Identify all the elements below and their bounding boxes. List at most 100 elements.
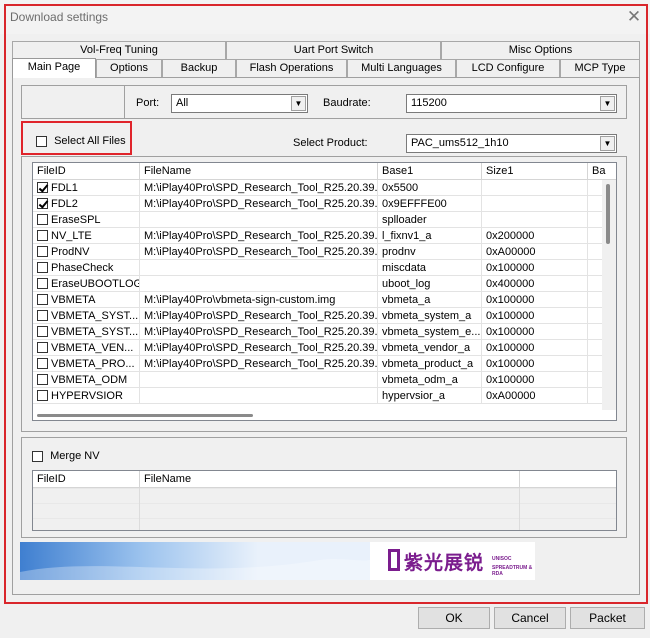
column-header-base1[interactable]: Base1 bbox=[378, 163, 482, 180]
nv-list[interactable]: FileID FileName bbox=[32, 470, 617, 531]
table-row[interactable]: EraseSPL splloader bbox=[33, 212, 616, 228]
checkbox-checked-icon[interactable] bbox=[37, 197, 48, 209]
checkbox-icon[interactable] bbox=[37, 261, 48, 273]
chevron-down-icon[interactable]: ▼ bbox=[291, 96, 306, 111]
nv-list-body bbox=[33, 488, 616, 530]
cell-size1: 0xA00000 bbox=[482, 244, 588, 260]
checkbox-icon[interactable] bbox=[37, 357, 48, 369]
merge-nv-checkbox[interactable]: Merge NV bbox=[32, 450, 100, 462]
cell-filename: M:\iPlay40Pro\SPD_Research_Tool_R25.20.3… bbox=[140, 308, 378, 324]
table-row[interactable]: VBMETA M:\iPlay40Pro\vbmeta-sign-custom.i… bbox=[33, 292, 616, 308]
cell-base1: vbmeta_vendor_a bbox=[378, 340, 482, 356]
cell-size1: 0x100000 bbox=[482, 308, 588, 324]
column-header-fileid[interactable]: FileID bbox=[33, 163, 140, 180]
checkbox-icon[interactable] bbox=[37, 389, 48, 401]
select-product-label: Select Product: bbox=[293, 137, 368, 149]
table-row[interactable]: PhaseCheck miscdata 0x100000 bbox=[33, 260, 616, 276]
table-row[interactable]: VBMETA_ODM vbmeta_odm_a 0x100000 bbox=[33, 372, 616, 388]
vertical-scrollbar[interactable] bbox=[602, 180, 616, 410]
table-row[interactable]: VBMETA_SYST... M:\iPlay40Pro\SPD_Research… bbox=[33, 324, 616, 340]
cell-fileid[interactable]: FDL2 bbox=[33, 196, 140, 212]
cell-filename: M:\iPlay40Pro\SPD_Research_Tool_R25.20.3… bbox=[140, 244, 378, 260]
file-id-text: VBMETA_SYST... bbox=[51, 310, 139, 322]
vendor-banner: 紫光展锐 UNISOC SPREADTRUM & RDA bbox=[20, 542, 535, 580]
file-id-text: PhaseCheck bbox=[51, 262, 114, 274]
file-id-text: EraseUBOOTLOG bbox=[51, 278, 140, 290]
port-select[interactable]: All ▼ bbox=[171, 94, 308, 113]
cell-fileid[interactable]: HYPERVSIOR bbox=[33, 388, 140, 404]
cell-base1: prodnv bbox=[378, 244, 482, 260]
cell-fileid[interactable]: PhaseCheck bbox=[33, 260, 140, 276]
column-header-filename[interactable]: FileName bbox=[140, 163, 378, 180]
cell-size1: 0x100000 bbox=[482, 372, 588, 388]
checkbox-checked-icon[interactable] bbox=[37, 181, 48, 193]
checkbox-icon[interactable] bbox=[37, 213, 48, 225]
checkbox-icon[interactable] bbox=[37, 277, 48, 289]
baudrate-value: 115200 bbox=[411, 97, 447, 109]
nv-column-header-extra[interactable] bbox=[520, 471, 616, 488]
cell-fileid[interactable]: VBMETA_PRO... bbox=[33, 356, 140, 372]
checkbox-icon[interactable] bbox=[37, 245, 48, 257]
cell-fileid[interactable]: VBMETA bbox=[33, 292, 140, 308]
chevron-down-icon[interactable]: ▼ bbox=[600, 96, 615, 111]
checkbox-icon[interactable] bbox=[37, 325, 48, 337]
checkbox-icon[interactable] bbox=[37, 341, 48, 353]
nv-column-header-filename[interactable]: FileName bbox=[140, 471, 520, 488]
packet-button[interactable]: Packet bbox=[570, 607, 645, 629]
chevron-down-icon[interactable]: ▼ bbox=[600, 136, 615, 151]
cell-base1: miscdata bbox=[378, 260, 482, 276]
cell-base1: l_fixnv1_a bbox=[378, 228, 482, 244]
nv-column-header-fileid[interactable]: FileID bbox=[33, 471, 140, 488]
cell-fileid[interactable]: VBMETA_VEN... bbox=[33, 340, 140, 356]
product-select[interactable]: PAC_ums512_1h10 ▼ bbox=[406, 134, 617, 153]
table-row[interactable]: FDL2 M:\iPlay40Pro\SPD_Research_Tool_R25.… bbox=[33, 196, 616, 212]
nv-divider bbox=[139, 488, 140, 530]
table-row[interactable]: VBMETA_SYST... M:\iPlay40Pro\SPD_Research… bbox=[33, 308, 616, 324]
cell-fileid[interactable]: VBMETA_SYST... bbox=[33, 308, 140, 324]
connection-side-box bbox=[21, 85, 125, 119]
cancel-button[interactable]: Cancel bbox=[494, 607, 566, 629]
baudrate-select[interactable]: 115200 ▼ bbox=[406, 94, 617, 113]
table-row[interactable]: ProdNV M:\iPlay40Pro\SPD_Research_Tool_R2… bbox=[33, 244, 616, 260]
cell-base1: 0x9EFFFE00 bbox=[378, 196, 482, 212]
file-list[interactable]: FileID FileName Base1 Size1 Ba FDL1 M:\iP… bbox=[32, 162, 617, 421]
port-label: Port: bbox=[136, 97, 160, 109]
cell-base1: vbmeta_product_a bbox=[378, 356, 482, 372]
horizontal-scrollbar-thumb[interactable] bbox=[37, 414, 253, 417]
column-header-size1[interactable]: Size1 bbox=[482, 163, 588, 180]
cell-fileid[interactable]: ProdNV bbox=[33, 244, 140, 260]
cell-filename: M:\iPlay40Pro\SPD_Research_Tool_R25.20.3… bbox=[140, 324, 378, 340]
cell-size1 bbox=[482, 180, 588, 196]
table-row[interactable]: EraseUBOOTLOG uboot_log 0x400000 bbox=[33, 276, 616, 292]
scroll-thumb[interactable] bbox=[606, 184, 610, 244]
column-header-base2[interactable]: Ba bbox=[588, 163, 616, 180]
file-id-text: NV_LTE bbox=[51, 230, 92, 242]
cell-fileid[interactable]: FDL1 bbox=[33, 180, 140, 196]
table-row[interactable]: NV_LTE M:\iPlay40Pro\SPD_Research_Tool_R2… bbox=[33, 228, 616, 244]
checkbox-icon[interactable] bbox=[32, 450, 43, 462]
cell-fileid[interactable]: NV_LTE bbox=[33, 228, 140, 244]
table-row[interactable]: FDL1 M:\iPlay40Pro\SPD_Research_Tool_R25.… bbox=[33, 180, 616, 196]
cell-base1: hypervsior_a bbox=[378, 388, 482, 404]
cell-fileid[interactable]: VBMETA_ODM bbox=[33, 372, 140, 388]
vendor-sub-text: UNISOC bbox=[492, 556, 512, 562]
cell-fileid[interactable]: EraseUBOOTLOG bbox=[33, 276, 140, 292]
cell-filename bbox=[140, 388, 378, 404]
table-row[interactable]: VBMETA_VEN... M:\iPlay40Pro\SPD_Research_… bbox=[33, 340, 616, 356]
file-id-text: HYPERVSIOR bbox=[51, 390, 123, 402]
cell-fileid[interactable]: EraseSPL bbox=[33, 212, 140, 228]
checkbox-icon[interactable] bbox=[37, 373, 48, 385]
table-row[interactable]: VBMETA_PRO... M:\iPlay40Pro\SPD_Research_… bbox=[33, 356, 616, 372]
file-id-text: EraseSPL bbox=[51, 214, 101, 226]
ok-button[interactable]: OK bbox=[418, 607, 490, 629]
main-page-content: Port: All ▼ Baudrate: 115200 ▼ Select Al… bbox=[0, 0, 650, 638]
cell-size1: 0x100000 bbox=[482, 324, 588, 340]
cell-size1: 0xA00000 bbox=[482, 388, 588, 404]
cell-filename bbox=[140, 372, 378, 388]
checkbox-icon[interactable] bbox=[37, 293, 48, 305]
checkbox-icon[interactable] bbox=[37, 309, 48, 321]
cell-fileid[interactable]: VBMETA_SYST... bbox=[33, 324, 140, 340]
checkbox-icon[interactable] bbox=[37, 229, 48, 241]
table-row[interactable]: HYPERVSIOR hypervsior_a 0xA00000 bbox=[33, 388, 616, 404]
vendor-sub-text: SPREADTRUM & RDA bbox=[492, 565, 533, 577]
